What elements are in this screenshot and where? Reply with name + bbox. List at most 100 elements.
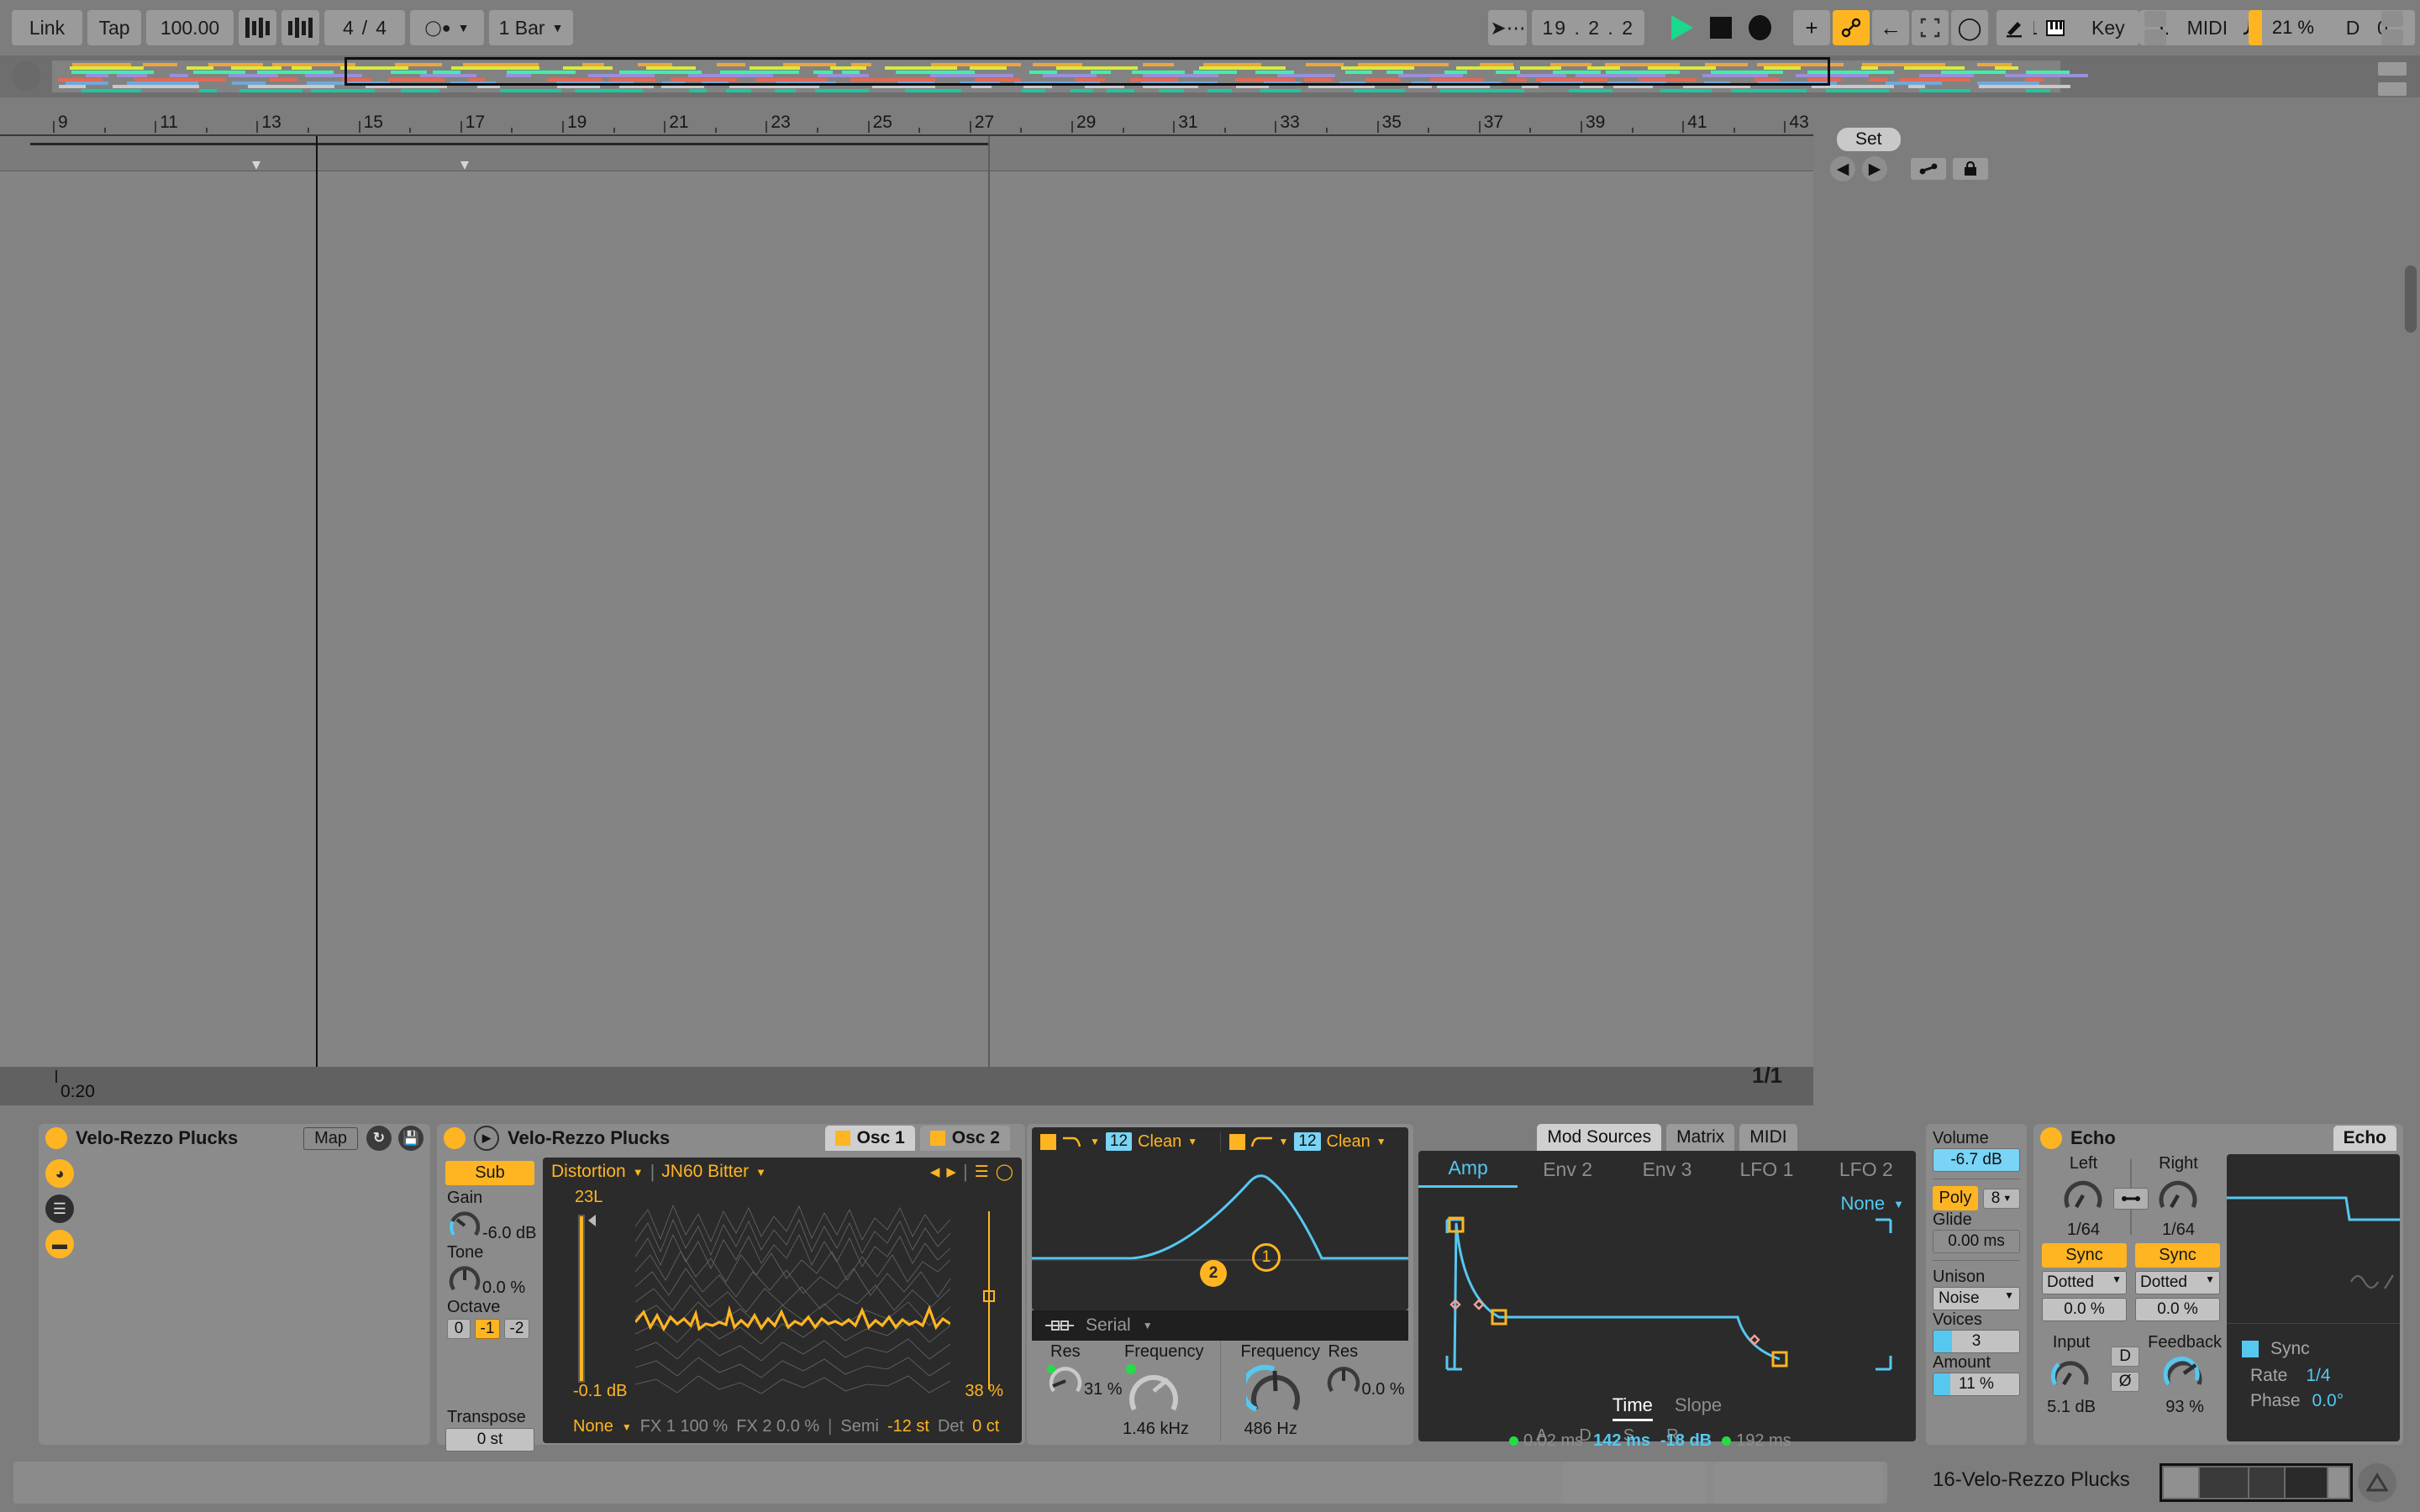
- sub-tone-knob[interactable]: [447, 1263, 482, 1298]
- quantize-menu[interactable]: ◯● ▼: [410, 10, 484, 45]
- chevron-down-icon[interactable]: ▼: [1279, 1136, 1289, 1147]
- pencil-icon[interactable]: [1996, 10, 2033, 45]
- filter1-freq-knob[interactable]: [1124, 1362, 1185, 1418]
- mod-target-menu[interactable]: None: [1841, 1193, 1886, 1215]
- chevron-down-icon[interactable]: ▼: [1090, 1136, 1100, 1147]
- link-button[interactable]: Link: [12, 10, 82, 45]
- overview-selection[interactable]: [345, 57, 1830, 86]
- overview-list-icon[interactable]: [2378, 82, 2407, 96]
- voice-count-menu[interactable]: 8 ▼: [1983, 1188, 2020, 1209]
- unison-mode-menu[interactable]: Noise ▼: [1933, 1287, 2020, 1310]
- filter2-handle[interactable]: 2: [1200, 1260, 1227, 1287]
- lowpass-icon[interactable]: [1062, 1136, 1084, 1147]
- tab-osc-1[interactable]: Osc 1: [824, 1126, 915, 1151]
- record-icon[interactable]: [1749, 15, 1771, 40]
- status-chip-2[interactable]: [1714, 1462, 1882, 1504]
- nudge-icon[interactable]: [281, 10, 319, 45]
- link-channels-icon[interactable]: [2113, 1188, 2149, 1210]
- filter1-handle[interactable]: 1: [1252, 1243, 1281, 1272]
- device-on-icon[interactable]: [444, 1127, 466, 1149]
- echo-input-knob[interactable]: [2048, 1352, 2095, 1393]
- osc-fx2-value[interactable]: FX 2 0.0 %: [736, 1417, 819, 1436]
- tab-echo-preset[interactable]: Echo: [2333, 1126, 2396, 1151]
- envelope-sustain-value[interactable]: -18 dB: [1660, 1431, 1712, 1451]
- next-preset-icon[interactable]: ▶: [946, 1164, 956, 1179]
- filter1-mode[interactable]: Clean: [1138, 1132, 1181, 1152]
- link-tracks-icon[interactable]: [1911, 158, 1946, 180]
- macro-icon[interactable]: ◕: [45, 1159, 74, 1188]
- play-icon[interactable]: [1671, 15, 1693, 40]
- play-icon[interactable]: ▶: [474, 1126, 499, 1151]
- echo-right-sync-button[interactable]: Sync: [2135, 1243, 2220, 1268]
- scrub-area[interactable]: [0, 136, 1813, 171]
- variations-icon[interactable]: ↻: [366, 1126, 392, 1151]
- map-button[interactable]: Map: [303, 1126, 358, 1150]
- echo-feedback-knob[interactable]: [2161, 1352, 2208, 1393]
- echo-left-time-knob[interactable]: [2060, 1173, 2108, 1215]
- midi-map-button[interactable]: MIDI: [2170, 10, 2244, 45]
- tab-lfo-2[interactable]: LFO 2: [1817, 1158, 1916, 1181]
- device-on-icon[interactable]: [45, 1127, 67, 1149]
- filter2-res-knob[interactable]: [1325, 1362, 1362, 1399]
- wavetable-category[interactable]: Distortion: [551, 1162, 626, 1182]
- position-handle-icon[interactable]: [588, 1215, 596, 1226]
- follow-icon[interactable]: ➤⋯: [1488, 10, 1528, 45]
- filter2-enable-icon[interactable]: [1228, 1133, 1245, 1150]
- track-lanes[interactable]: [0, 171, 1813, 1067]
- chevron-down-icon[interactable]: ▼: [1143, 1320, 1153, 1331]
- tab-env-2[interactable]: Env 2: [1518, 1158, 1617, 1181]
- chevron-down-icon[interactable]: ▼: [622, 1421, 632, 1433]
- tab-matrix[interactable]: Matrix: [1666, 1124, 1735, 1151]
- amount-handle-icon[interactable]: [983, 1290, 995, 1302]
- echo-left-division-menu[interactable]: Dotted ▼: [2042, 1271, 2127, 1294]
- global-volume-value[interactable]: -6.7 dB: [1933, 1148, 2020, 1172]
- launch-quantize-menu[interactable]: 1 Bar ▼: [489, 10, 573, 45]
- highpass-icon[interactable]: [1250, 1136, 1273, 1147]
- status-chip-1[interactable]: [1563, 1462, 1706, 1504]
- chevron-down-icon[interactable]: ▼: [1893, 1198, 1904, 1210]
- lock-icon[interactable]: [1953, 158, 1988, 180]
- sub-gain-knob[interactable]: [447, 1208, 482, 1243]
- echo-dry-button[interactable]: D: [2111, 1347, 2140, 1367]
- transpose-value[interactable]: 0 st: [445, 1428, 534, 1452]
- filter1-slope[interactable]: 12: [1105, 1132, 1133, 1151]
- sub-button[interactable]: Sub: [445, 1161, 534, 1185]
- circle-icon[interactable]: ◯: [996, 1163, 1013, 1182]
- unison-voices-value[interactable]: 3: [1933, 1330, 2020, 1353]
- echo-phase-value[interactable]: 0.0°: [2312, 1391, 2344, 1411]
- tempo-field[interactable]: 100.00: [146, 10, 234, 45]
- list-icon[interactable]: ☰: [975, 1163, 989, 1182]
- tab-time[interactable]: Time: [1612, 1394, 1653, 1421]
- filter1-res-knob[interactable]: [1047, 1362, 1084, 1399]
- save-icon[interactable]: 💾: [398, 1126, 424, 1151]
- filter-routing-mode[interactable]: Serial: [1086, 1315, 1131, 1336]
- semi-value[interactable]: -12 st: [887, 1417, 929, 1436]
- stop-icon[interactable]: [1710, 17, 1732, 39]
- envelope-release-value[interactable]: 192 ms: [1736, 1431, 1791, 1451]
- filter2-freq-knob[interactable]: [1239, 1362, 1307, 1418]
- chevron-down-icon[interactable]: ▼: [1376, 1136, 1386, 1147]
- wavetable-name[interactable]: JN60 Bitter: [661, 1162, 749, 1182]
- echo-right-time-knob[interactable]: [2154, 1173, 2203, 1215]
- loop-end-marker[interactable]: [460, 161, 469, 170]
- filter2-mode[interactable]: Clean: [1327, 1132, 1370, 1152]
- time-ruler[interactable]: 0:20: [0, 1067, 1813, 1105]
- poly-button[interactable]: Poly: [1933, 1186, 1978, 1210]
- osc-fx1-value[interactable]: FX 1 100 %: [640, 1417, 729, 1436]
- filter2-slope[interactable]: 12: [1294, 1132, 1321, 1151]
- time-signature[interactable]: 4 / 4: [324, 10, 405, 45]
- key-map-button[interactable]: Key: [2076, 10, 2139, 45]
- serial-routing-icon[interactable]: [1045, 1320, 1074, 1331]
- metronome-icon[interactable]: [239, 10, 276, 45]
- wavetable-position-slider[interactable]: [578, 1215, 585, 1383]
- echo-left-offset[interactable]: 0.0 %: [2042, 1298, 2127, 1321]
- chain-list-icon[interactable]: ☰: [45, 1194, 74, 1223]
- track-scrollbar[interactable]: [2405, 265, 2417, 333]
- octave-0-button[interactable]: 0: [447, 1319, 471, 1339]
- back-to-arrangement-icon[interactable]: ←: [1872, 10, 1909, 45]
- tab-lfo-1[interactable]: LFO 1: [1717, 1158, 1816, 1181]
- adsr-envelope-graph[interactable]: [1425, 1213, 1912, 1391]
- plus-icon[interactable]: +: [1793, 10, 1830, 45]
- overview-collapse-icon[interactable]: [12, 60, 40, 91]
- device-on-icon[interactable]: [2040, 1127, 2062, 1149]
